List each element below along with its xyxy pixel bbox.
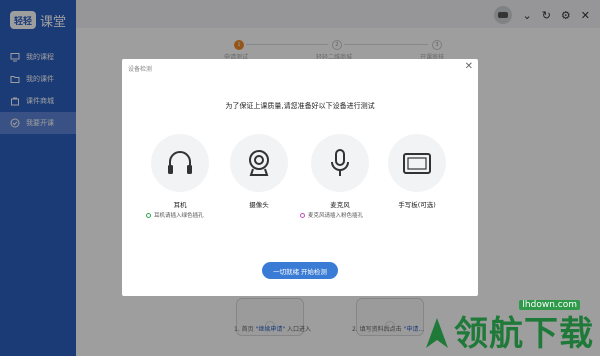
status-ring-icon — [146, 212, 151, 218]
device-webcam: 摄像头 — [229, 134, 289, 209]
device-status: 耳机请插入绿色插孔 — [146, 211, 204, 219]
device-circle — [388, 134, 446, 192]
dialog-instruction: 为了保证上课质量,请您准备好以下设备进行测试 — [225, 102, 375, 110]
close-icon[interactable]: ✕ — [465, 61, 473, 72]
status-text: 耳机请插入绿色插孔 — [154, 213, 204, 219]
headphones-icon — [168, 151, 192, 174]
device-circle — [151, 134, 209, 192]
status-ring-icon — [300, 212, 305, 218]
microphone-icon — [331, 149, 349, 176]
watermark: 领航下载 lhdown.com — [422, 300, 594, 354]
device-name: 手写板(可选) — [398, 201, 436, 209]
watermark-text: 领航下载 — [454, 314, 594, 354]
device-circle — [311, 134, 369, 192]
device-status: 麦克风请插入粉色插孔 — [300, 211, 363, 219]
watermark-logo-icon — [426, 318, 448, 348]
device-check-dialog: 设备检测 ✕ 为了保证上课质量,请您准备好以下设备进行测试 耳机 摄像头 麦克风… — [122, 59, 478, 296]
start-check-button[interactable]: 一切就绪 开始检测 — [262, 262, 338, 279]
webcam-icon — [249, 150, 269, 176]
status-text: 麦克风请插入粉色插孔 — [308, 213, 364, 219]
device-headphones: 耳机 — [150, 134, 210, 209]
device-circle — [230, 134, 288, 192]
device-name: 麦克风 — [330, 201, 350, 209]
device-tablet: 手写板(可选) — [387, 134, 447, 209]
dialog-title: 设备检测 — [128, 66, 153, 73]
device-name: 摄像头 — [249, 201, 269, 209]
device-name: 耳机 — [173, 201, 187, 209]
watermark-site: lhdown.com — [519, 300, 580, 310]
device-microphone: 麦克风 — [310, 134, 370, 209]
tablet-icon — [403, 153, 431, 174]
